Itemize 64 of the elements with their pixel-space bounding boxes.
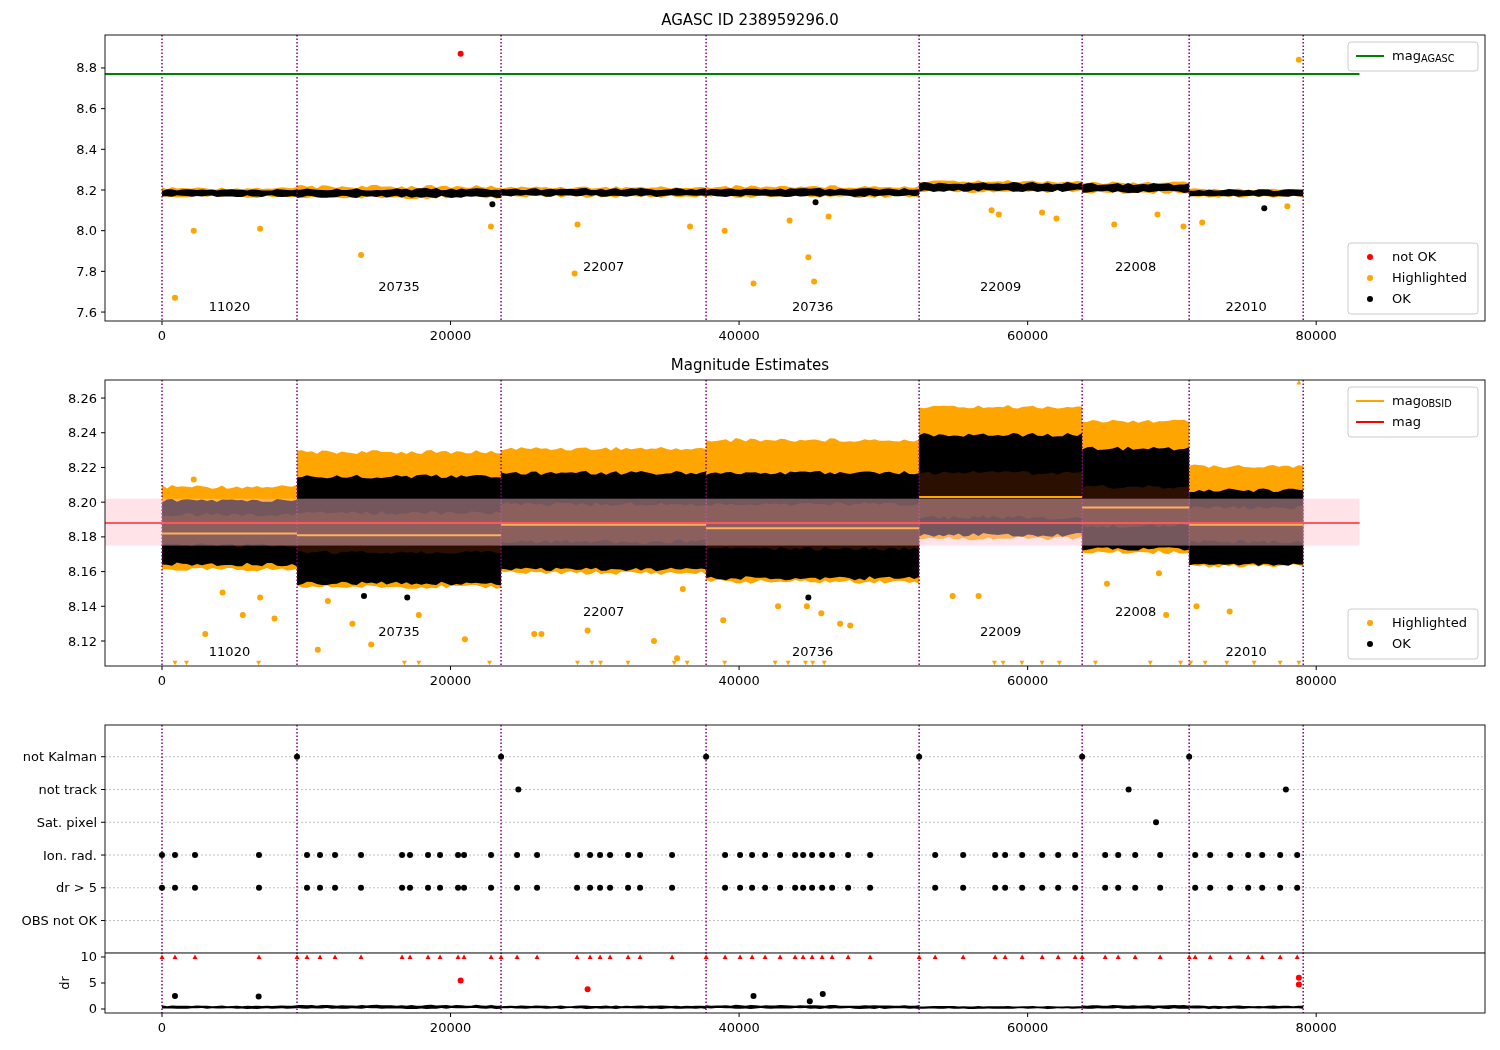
- y-tick-label: 8.22: [68, 459, 97, 475]
- x-tick-label: 60000: [1006, 328, 1049, 343]
- x-tick-label: 60000: [1006, 673, 1049, 688]
- y-tick-label: OBS not OK: [21, 913, 97, 929]
- y-tick-label: Ion. rad.: [43, 847, 97, 863]
- y-tick-label: 5: [88, 975, 97, 991]
- obsid-label: 22010: [1225, 644, 1267, 659]
- x-tick-label: 20000: [429, 673, 472, 688]
- y-tick-label: 7.6: [76, 304, 97, 320]
- x-tick-label: 80000: [1295, 1020, 1337, 1035]
- obsid-label: 20735: [378, 624, 420, 639]
- y-tick-label: not Kalman: [22, 749, 97, 765]
- y-tick-label: 8.20: [68, 494, 97, 510]
- legend-label: mag: [1392, 413, 1422, 431]
- y-tick-label: Sat. pixel: [36, 814, 97, 830]
- legend-label: Highlighted: [1392, 269, 1468, 287]
- plot-title: AGASC ID 238959296.0: [660, 10, 840, 30]
- obsid-label: 22007: [582, 259, 625, 274]
- y-axis-label: dr: [57, 976, 72, 990]
- x-tick-label: 80000: [1295, 673, 1337, 688]
- obsid-label: 22008: [1115, 259, 1157, 274]
- legend-label: OK: [1392, 290, 1412, 308]
- y-tick-label: 8.4: [76, 141, 97, 157]
- x-tick-label: 40000: [718, 673, 760, 688]
- obsid-label: 22010: [1225, 299, 1267, 314]
- obsid-label: 22009: [979, 279, 1022, 294]
- y-tick-label: 7.8: [76, 263, 97, 279]
- y-tick-label: 8.8: [76, 60, 97, 76]
- legend-label: mag$_{AGASC}$: [1392, 47, 1456, 66]
- y-tick-label: 10: [80, 949, 97, 965]
- plot-title: Magnitude Estimates: [669, 355, 831, 375]
- y-tick-label: 8.24: [68, 425, 97, 441]
- obsid-label: 22008: [1115, 604, 1157, 619]
- x-tick-label: 80000: [1295, 328, 1337, 343]
- y-tick-label: 8.26: [68, 390, 97, 406]
- obsid-label: 11020: [208, 644, 251, 659]
- x-tick-label: 60000: [1006, 1020, 1049, 1035]
- obsid-label: 22007: [582, 604, 625, 619]
- legend-label: mag$_{OBSID}$: [1392, 392, 1453, 411]
- obsid-label: 20736: [791, 299, 834, 314]
- x-tick-label: 40000: [718, 328, 760, 343]
- y-tick-label: 8.14: [68, 598, 97, 614]
- y-tick-label: 0: [88, 1001, 97, 1017]
- y-tick-label: 8.2: [76, 182, 97, 198]
- y-tick-label: 8.16: [68, 564, 97, 580]
- obsid-label: 11020: [208, 299, 251, 314]
- legend-label: OK: [1392, 635, 1412, 653]
- obsid-label: 20735: [378, 279, 420, 294]
- legend-label: Highlighted: [1392, 614, 1468, 632]
- x-tick-label: 20000: [429, 1020, 472, 1035]
- y-tick-label: 8.6: [76, 101, 97, 117]
- x-tick-label: 0: [157, 1020, 167, 1035]
- x-tick-label: 40000: [718, 1020, 760, 1035]
- y-tick-label: 8.18: [68, 529, 97, 545]
- y-tick-label: dr > 5: [55, 880, 97, 896]
- x-tick-label: 0: [157, 673, 167, 688]
- y-tick-label: 8.0: [76, 223, 97, 239]
- obsid-label: 20736: [791, 644, 834, 659]
- y-tick-label: not track: [38, 782, 97, 797]
- y-tick-label: 8.12: [68, 633, 97, 649]
- x-tick-label: 20000: [429, 328, 472, 343]
- x-tick-label: 0: [157, 328, 167, 343]
- obsid-label: 22009: [979, 624, 1022, 639]
- legend-label: not OK: [1392, 248, 1438, 266]
